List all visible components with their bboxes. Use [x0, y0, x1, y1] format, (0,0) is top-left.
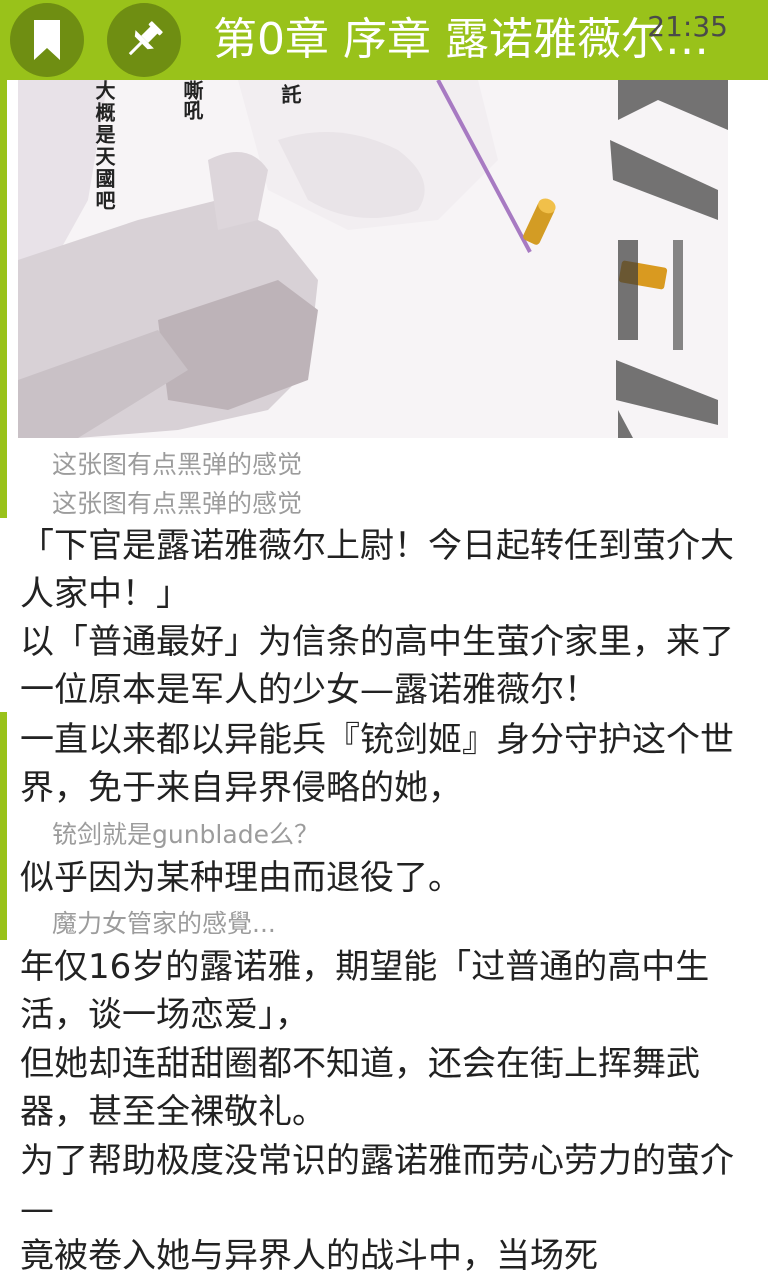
illustration-art — [18, 80, 728, 438]
reader-comment[interactable]: 铳剑就是gunblade么？ — [52, 815, 319, 851]
paragraph: 但她却连甜甜圈都不知道，还会在街上挥舞武器，甚至全裸敬礼。 — [20, 1044, 700, 1132]
status-time: 21:35 — [647, 10, 728, 43]
paragraph: 为了帮助极度没常识的露诺雅而劳心劳力的萤介— — [20, 1141, 734, 1229]
chapter-illustration: 大概是天國吧 嘶吼 託 — [18, 80, 728, 438]
reader-comment[interactable]: 魔力女管家的感覺... — [52, 904, 276, 940]
bookmark-button[interactable] — [10, 3, 84, 77]
illustration-vertical-text: 託 — [278, 84, 302, 104]
illustration-vertical-text: 嘶吼 — [180, 80, 204, 120]
pin-button[interactable] — [107, 3, 181, 77]
paragraph: 以「普通最好」为信条的高中生萤介家里，来了一位原本是军人的少女—露诺雅薇尔！ — [20, 622, 734, 710]
pin-icon — [128, 21, 163, 56]
comment-marker[interactable] — [0, 712, 7, 940]
paragraph: 年仅16岁的露诺雅，期望能「过普通的高中生活，谈一场恋爱」， — [20, 947, 710, 1035]
paragraph: 一直以来都以异能兵『铳剑姬』身分守护这个世界，免于来自异界侵略的她， — [20, 720, 734, 808]
comment-marker[interactable] — [0, 80, 7, 518]
paragraph: 竟被卷入她与异界人的战斗中，当场死 — [20, 1236, 598, 1276]
bookmark-icon — [34, 20, 60, 60]
paragraph: 似乎因为某种理由而退役了。 — [20, 858, 462, 898]
reader-comment[interactable]: 这张图有点黑弹的感觉 — [52, 445, 302, 481]
reader-comment[interactable]: 这张图有点黑弹的感觉 — [52, 484, 302, 520]
paragraph: 「下官是露诺雅薇尔上尉！今日起转任到萤介大人家中！」 — [20, 526, 734, 614]
illustration-vertical-text: 大概是天國吧 — [92, 80, 116, 212]
